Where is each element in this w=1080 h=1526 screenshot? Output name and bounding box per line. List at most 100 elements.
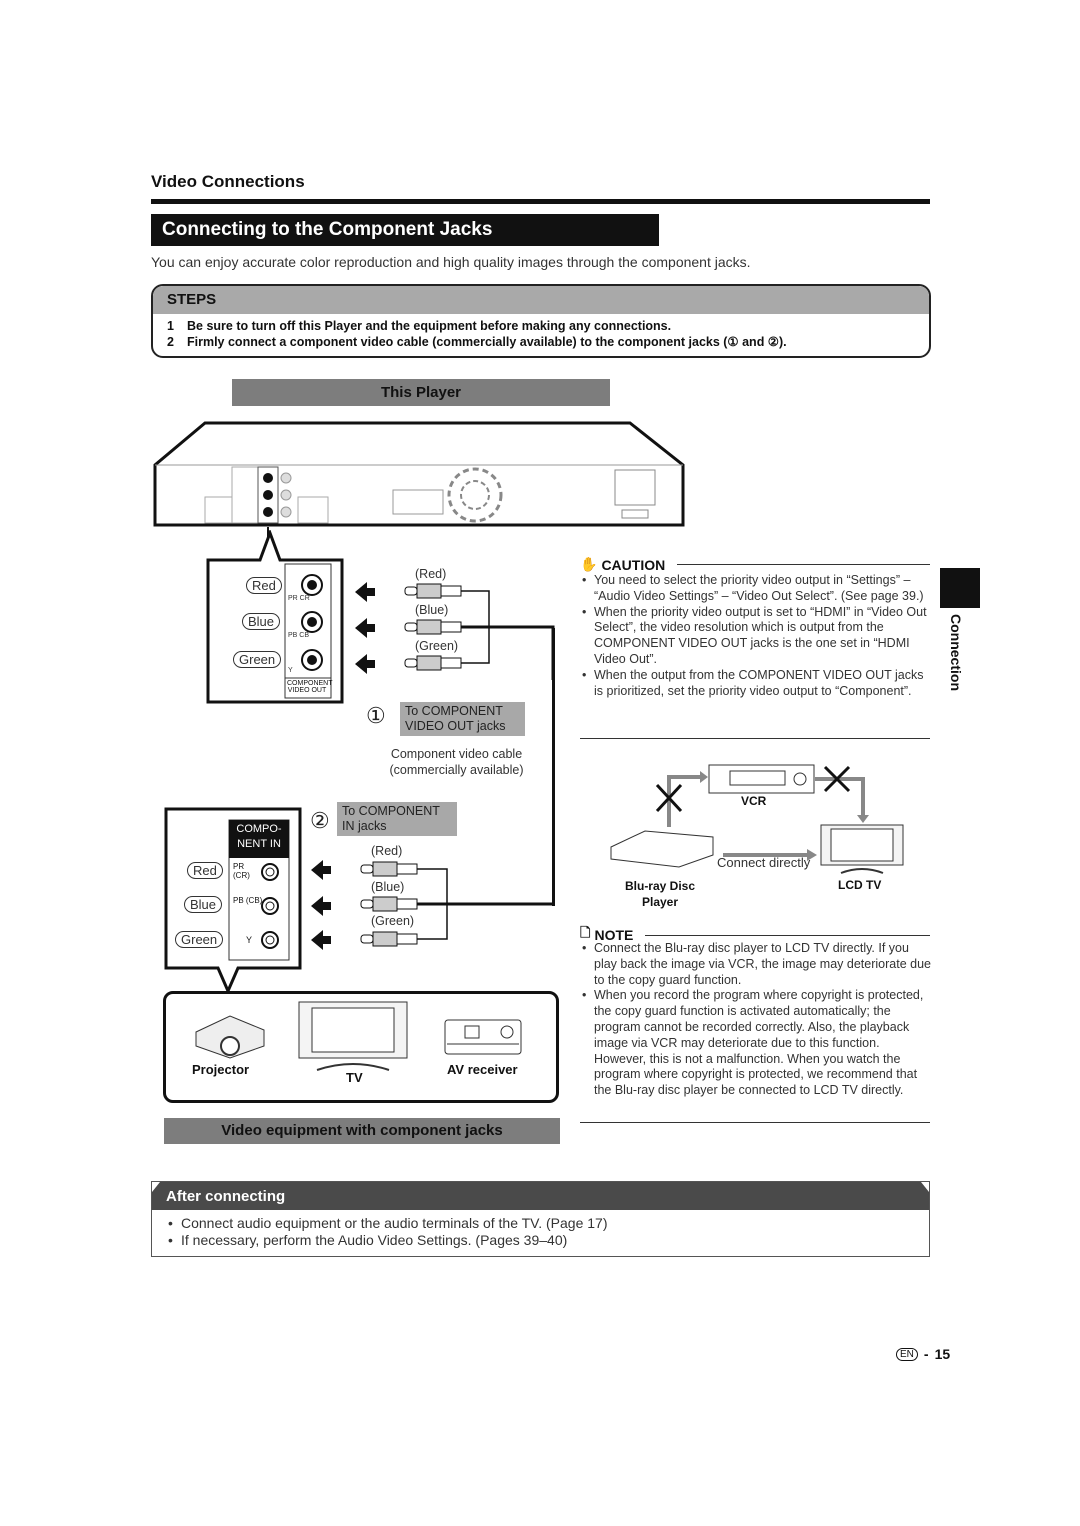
bluray-label-line2: Player [641,895,679,909]
in-jack-header-line2: NENT IN [237,838,281,850]
projector-icon [195,1015,265,1059]
upper-cable-illustration [355,582,555,680]
audio-jack [280,506,292,518]
arrow-left-icon [311,896,331,916]
side-tab-label: Connection [948,614,964,691]
note-item: When you record the program where copyri… [580,988,932,1099]
footer-separator: - [923,1346,929,1362]
steps-title: STEPS [153,286,929,314]
cable-label-blue: (Blue) [415,603,449,617]
av-receiver-icon [444,1019,522,1055]
bluray-player-label: Blu-ray Disc Player [612,878,708,910]
in-jack-tag-green: Green [175,931,224,948]
jack-pr [263,473,273,483]
cable-label-green: (Green) [415,639,459,653]
step-text: Be sure to turn off this Player and the … [187,319,672,333]
caution-item: When the output from the COMPONENT VIDEO… [580,668,932,700]
lcd-tv-icon [820,824,904,874]
note-rule [645,934,930,936]
arrow-left-icon [311,930,331,950]
callout-2-line1: To COMPONENT [342,804,440,818]
bluray-player-icon [610,830,714,868]
blocked-path-line [815,777,865,817]
caution-rule [677,564,930,565]
arrow-down-icon [857,815,869,823]
page-footer: EN - 15 [896,1346,950,1362]
caution-item: You need to select the priority video ou… [580,573,932,605]
jack-pb [263,490,273,500]
rca-plug-green [360,931,418,947]
caution-title: CAUTION [601,556,666,573]
in-jack-tag-red: Red [187,862,223,879]
jack-y [263,507,273,517]
after-connecting-box: After connecting Connect audio equipment… [151,1181,930,1257]
language-badge: EN [896,1347,918,1361]
connect-directly-label: Connect directly [717,855,811,870]
rca-plug-blue [404,619,462,635]
caution-header: ✋ CAUTION [580,556,930,573]
svg-text:PR CR: PR CR [288,595,310,602]
signal-pb: PB (CB) [233,896,263,905]
out-jack-tag-green: Green [233,651,282,668]
cable-caption: Component video cable (commercially avai… [384,746,529,778]
in-jack-header: COMPO- NENT IN [229,822,289,852]
step-number: 1 [167,319,174,333]
note-item: Connect the Blu-ray disc player to LCD T… [580,941,932,988]
arrow-left-icon [355,582,375,602]
note-bottom-rule [580,1122,930,1123]
vcr-label: VCR [741,794,767,808]
tv-icon [298,1001,408,1071]
equipment-label-tv: TV [346,1070,363,1085]
out-jack-tag-blue: Blue [242,613,281,630]
lower-cable-illustration [311,856,555,950]
ac-in-label [621,509,649,519]
equipment-label-av-receiver: AV receiver [447,1062,518,1077]
equipment-label-projector: Projector [192,1062,250,1077]
hdmi-port [204,496,234,524]
lower-cable-label-green: (Green) [371,914,415,928]
after-item: If necessary, perform the Audio Video Se… [168,1232,929,1249]
lower-cable-label-blue: (Blue) [371,880,405,894]
note-list: Connect the Blu-ray disc player to LCD T… [580,941,932,1099]
bluray-label-line1: Blu-ray Disc [624,879,696,893]
rca-plug-red [404,583,462,599]
arrow-left-icon [311,860,331,880]
vcr-icon [708,764,815,794]
caution-hand-icon: ✋ [580,556,598,572]
serial-port [392,489,444,515]
callout-1-line2: VIDEO OUT jacks [405,719,506,733]
rca-plug-green [404,655,462,671]
arrow-left-icon [355,654,375,674]
in-jack-tag-blue: Blue [184,896,223,913]
signal-pr: PR (CR) [233,862,250,880]
caution-list: You need to select the priority video ou… [580,573,932,699]
cable-label-red: (Red) [415,567,447,581]
arrow-left-icon [355,618,375,638]
steps-list: 1 Be sure to turn off this Player and the… [153,314,929,350]
section-title: Video Connections [151,172,305,191]
audio-jack [280,489,292,501]
out-panel-label: COMPONENT VIDEO OUT [287,680,333,694]
callout-number-2: ② [310,808,330,833]
callout-2-box: To COMPONENT IN jacks [337,802,457,836]
callout-1-box: To COMPONENT VIDEO OUT jacks [400,702,525,736]
rca-plug-blue [360,896,418,912]
video-equipment-label: Video equipment with component jacks [164,1118,560,1144]
step-item: 1 Be sure to turn off this Player and the… [167,318,929,334]
audio-jack [280,472,292,484]
this-player-label: This Player [232,379,610,406]
step-number: 2 [167,335,174,349]
intro-text: You can enjoy accurate color reproductio… [151,254,751,270]
svg-text:Y: Y [288,667,293,674]
step-item: 2 Firmly connect a component video cable … [167,334,929,350]
arrow-right-icon [700,771,708,783]
callout-number-1: ① [366,703,386,728]
in-jack-header-line1: COMPO- [236,823,282,835]
page-heading: Connecting to the Component Jacks [151,214,659,246]
section-rule [151,199,930,204]
callout-1-line1: To COMPONENT [405,704,503,718]
caution-bottom-rule [580,738,930,739]
steps-box: STEPS 1 Be sure to turn off this Player a… [151,284,931,358]
after-item: Connect audio equipment or the audio ter… [168,1215,929,1232]
lower-cable-label-red: (Red) [371,844,403,858]
